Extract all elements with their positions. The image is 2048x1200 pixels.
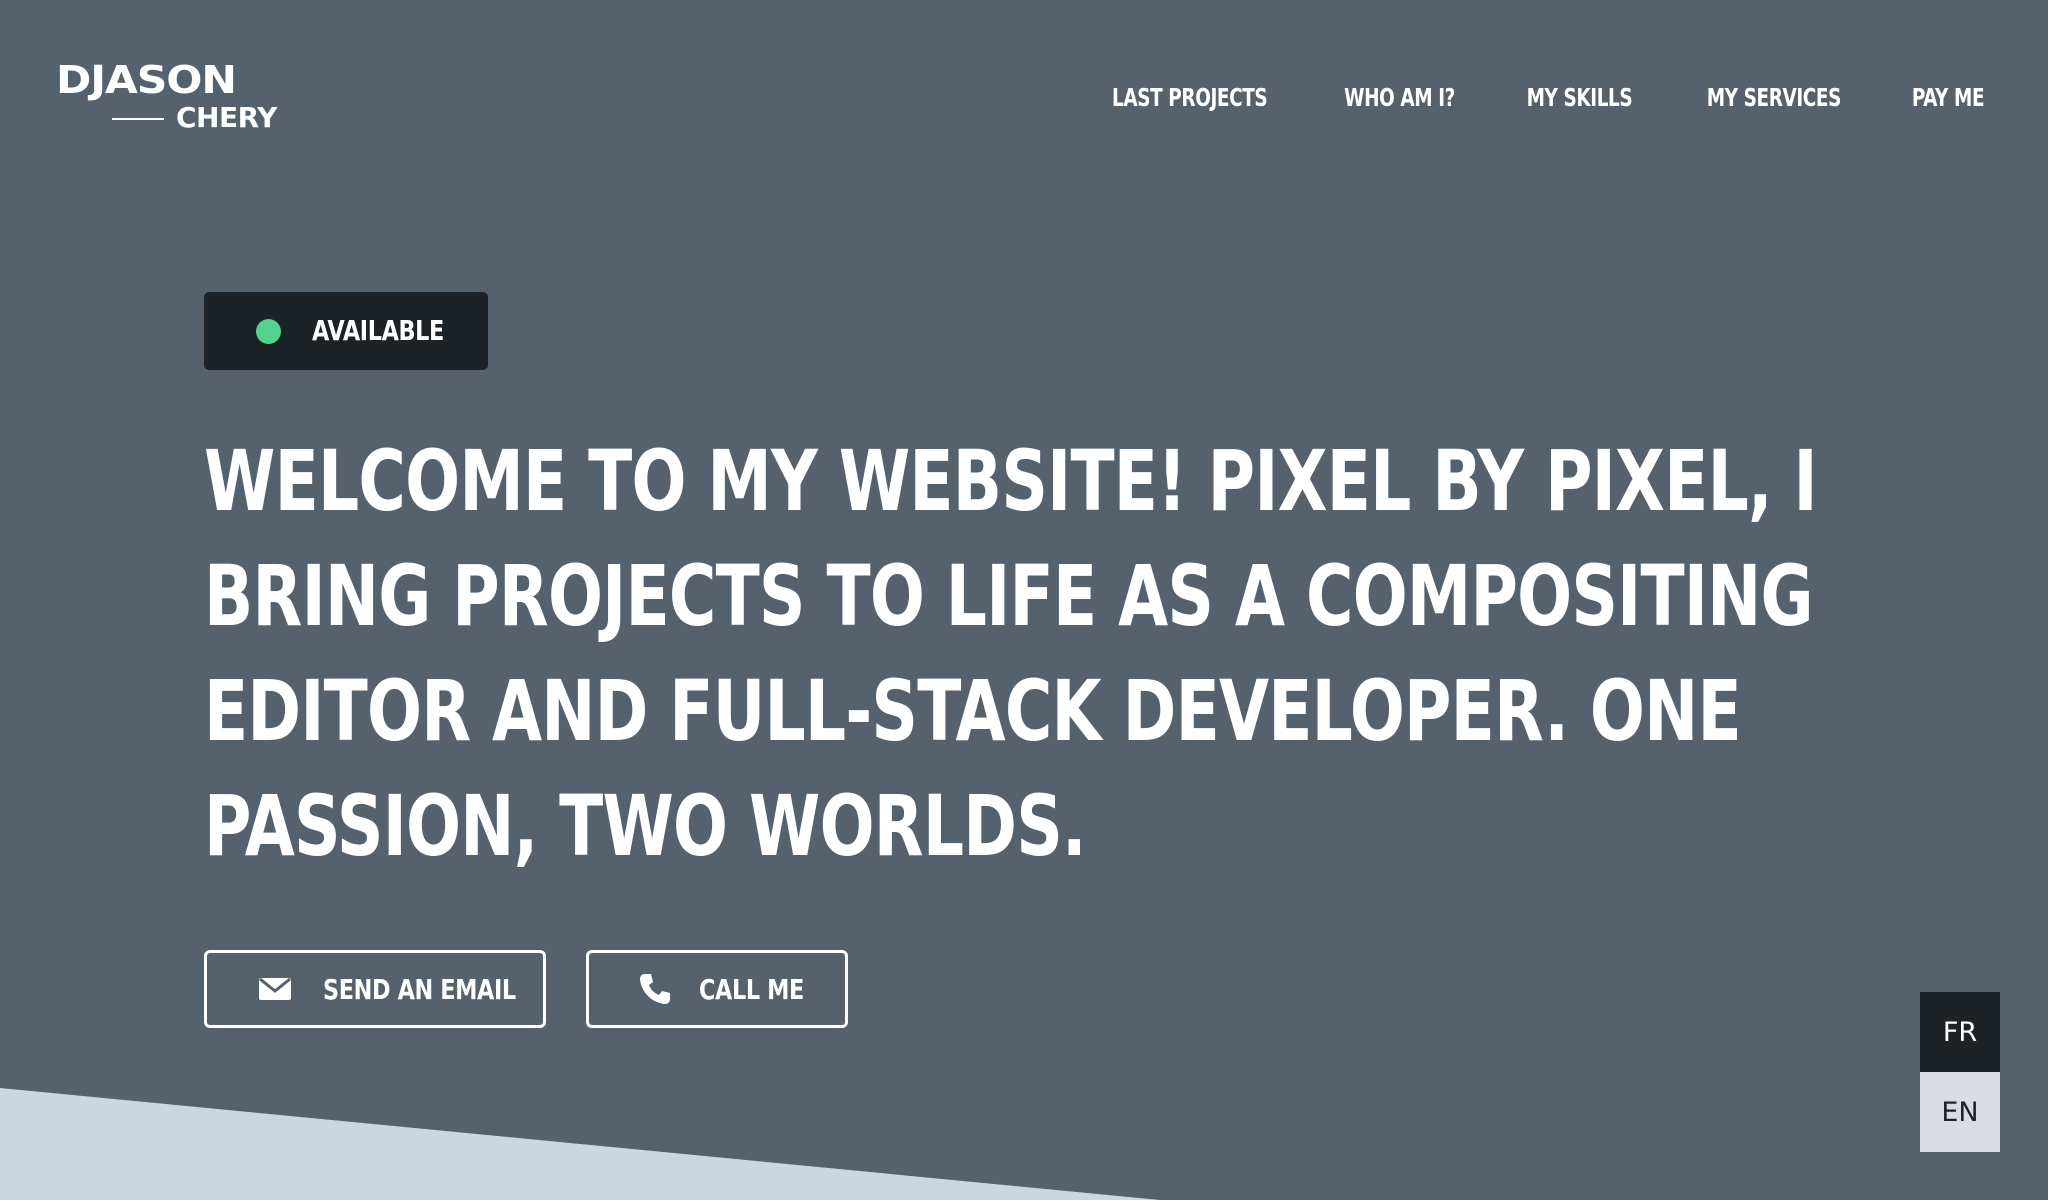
logo-divider xyxy=(112,118,164,120)
phone-icon xyxy=(640,974,670,1004)
language-option-fr[interactable]: FR xyxy=(1920,992,2000,1072)
nav-link-my-services[interactable]: MY SERVICES xyxy=(1707,78,1842,118)
nav-link-my-skills[interactable]: MY SKILLS xyxy=(1527,78,1633,118)
hero-headline-line: PASSION, TWO WORLDS. xyxy=(204,777,1087,875)
call-me-label: CALL ME xyxy=(699,973,804,1006)
page: DJASON CHERY LAST PROJECTS WHO AM I? MY … xyxy=(0,0,2048,1200)
send-email-button[interactable]: SEND AN EMAIL xyxy=(204,950,546,1028)
call-me-button[interactable]: CALL ME xyxy=(586,950,848,1028)
site-logo[interactable]: DJASON CHERY xyxy=(56,60,296,134)
language-option-en[interactable]: EN xyxy=(1920,1072,2000,1152)
send-email-label: SEND AN EMAIL xyxy=(323,973,516,1006)
envelope-icon xyxy=(259,977,291,1000)
logo-sub-text: CHERY xyxy=(176,101,277,134)
nav-link-who-am-i[interactable]: WHO AM I? xyxy=(1344,78,1455,118)
hero-headline-line: WELCOME TO MY WEBSITE! PIXEL BY PIXEL, I xyxy=(204,432,1818,530)
availability-badge: AVAILABLE xyxy=(204,292,488,370)
hero-headline: WELCOME TO MY WEBSITE! PIXEL BY PIXEL, I… xyxy=(204,424,1818,884)
availability-label: AVAILABLE xyxy=(312,314,444,347)
nav-link-pay-me[interactable]: PAY ME xyxy=(1912,78,1985,118)
nav-link-last-projects[interactable]: LAST PROJECTS xyxy=(1112,78,1268,118)
status-dot-icon xyxy=(256,319,281,344)
main-nav: LAST PROJECTS WHO AM I? MY SKILLS MY SER… xyxy=(1095,78,1992,118)
hero-headline-line: EDITOR AND FULL-STACK DEVELOPER. ONE xyxy=(204,662,1742,760)
bottom-wedge xyxy=(0,1088,1160,1200)
logo-main-text: DJASON xyxy=(56,58,237,102)
hero-headline-line: BRING PROJECTS TO LIFE AS A COMPOSITING xyxy=(204,547,1814,645)
